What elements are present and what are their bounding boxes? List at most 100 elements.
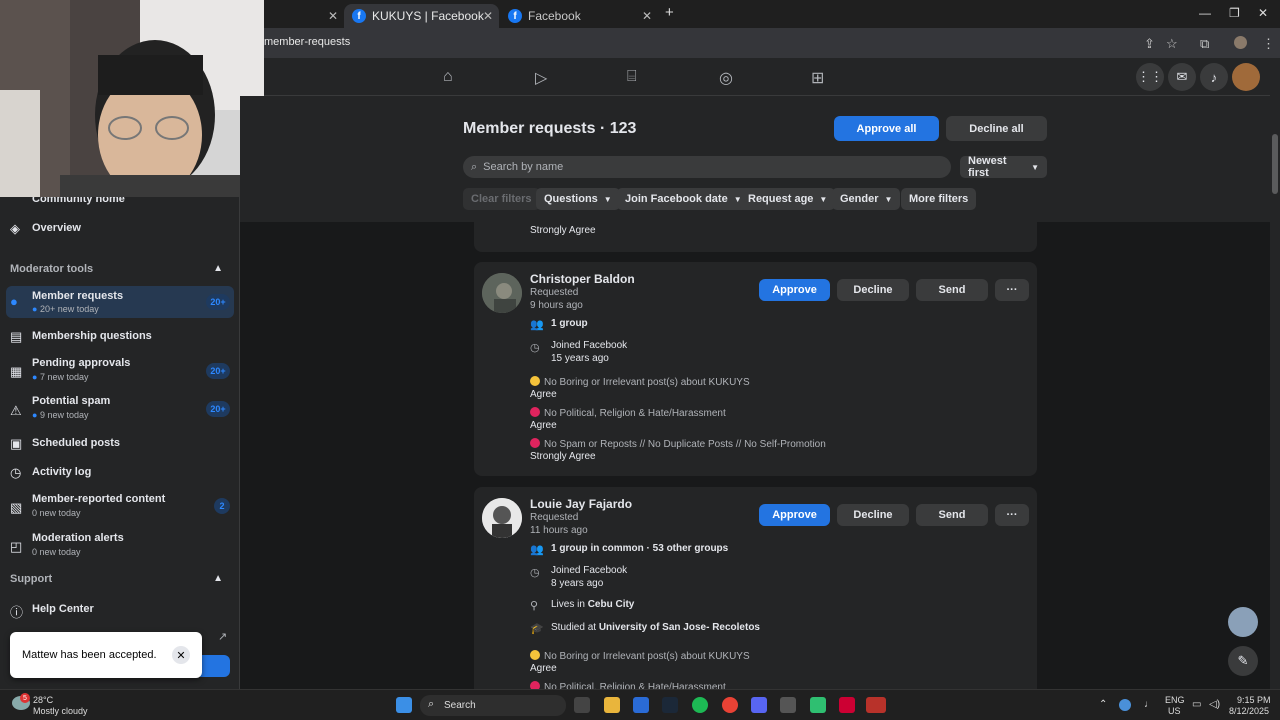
chevron-up-icon[interactable]: ⌃ xyxy=(1099,699,1107,710)
app-icon[interactable] xyxy=(866,697,886,713)
notifications-bell-icon[interactable]: ♪ xyxy=(1200,63,1228,91)
bookmark-star-icon[interactable]: ☆ xyxy=(1166,36,1178,52)
sidebar-item-membership-questions[interactable]: ▤ Membership questions xyxy=(0,326,240,346)
sidebar-item-pending-approvals[interactable]: ▦ Pending approvals ● 7 new today 20+ xyxy=(0,354,240,386)
home-icon[interactable]: ⌂ xyxy=(443,68,453,86)
page-scrollbar[interactable] xyxy=(1270,58,1280,690)
requester-name[interactable]: Louie Jay Fajardo xyxy=(530,497,632,511)
menu-dots-icon[interactable]: ⋮ xyxy=(1262,36,1275,52)
send-button[interactable]: Send xyxy=(916,279,988,301)
install-icon[interactable]: ⇪ xyxy=(1144,36,1155,52)
sidebar-item-scheduled-posts[interactable]: ▣ Scheduled posts xyxy=(0,434,240,454)
filter-more[interactable]: More filters xyxy=(901,188,977,210)
app-icon[interactable] xyxy=(810,697,826,713)
filter-questions[interactable]: Questions ▼ xyxy=(536,188,620,210)
avatar[interactable] xyxy=(482,498,522,538)
minimize-icon[interactable]: — xyxy=(1199,6,1211,20)
discord-icon[interactable] xyxy=(751,697,767,713)
sidebar-item-potential-spam[interactable]: ⚠ Potential spam ● 9 new today 20+ xyxy=(0,393,240,425)
browser-tab[interactable]: f Facebook ✕ xyxy=(500,4,658,28)
close-icon[interactable]: ✕ xyxy=(172,646,190,664)
app-icon[interactable] xyxy=(839,697,855,713)
decline-button[interactable]: Decline xyxy=(837,279,909,301)
sidebar-item-activity-log[interactable]: ◷ Activity log xyxy=(0,463,240,483)
messenger-icon[interactable]: ✉ xyxy=(1168,63,1196,91)
weather-temp[interactable]: 28°C xyxy=(33,695,53,705)
weather-desc[interactable]: Mostly cloudy xyxy=(33,706,88,716)
groups-icon[interactable]: ◎ xyxy=(719,68,733,88)
filter-request-age[interactable]: Request age ▼ xyxy=(740,188,836,210)
chrome-icon[interactable] xyxy=(722,697,738,713)
decline-all-button[interactable]: Decline all xyxy=(946,116,1047,141)
browser-tab-active[interactable]: f KUKUYS | Facebook ✕ xyxy=(344,4,499,28)
menu-grid-icon[interactable]: ⋮⋮ xyxy=(1136,63,1164,91)
onedrive-icon[interactable] xyxy=(1119,699,1131,711)
new-message-icon[interactable]: ✎ xyxy=(1228,646,1258,676)
count-badge: 20+ xyxy=(206,294,230,310)
maximize-icon[interactable]: ❐ xyxy=(1229,6,1240,20)
spotify-icon[interactable] xyxy=(692,697,708,713)
windows-start-icon[interactable] xyxy=(396,697,412,713)
browser-tab[interactable]: ✕ xyxy=(264,4,344,28)
steam-icon[interactable] xyxy=(662,697,678,713)
volume-icon[interactable]: ◁) xyxy=(1209,699,1220,710)
warning-icon: ⚠ xyxy=(10,403,22,418)
account-avatar[interactable] xyxy=(1232,63,1260,91)
new-tab-icon[interactable]: + xyxy=(665,4,674,21)
close-icon[interactable]: ✕ xyxy=(642,9,652,23)
language-region[interactable]: US xyxy=(1168,706,1181,716)
sort-dropdown[interactable]: Newest first ▼ xyxy=(960,155,1047,179)
sidebar-item-help-center[interactable]: ⓘ Help Center xyxy=(0,600,240,620)
sidebar-item-moderation-alerts[interactable]: ◰ Moderation alerts 0 new today xyxy=(0,530,240,562)
gaming-icon[interactable]: ⊞ xyxy=(811,68,824,88)
video-icon[interactable]: ▷ xyxy=(535,68,547,88)
approve-button[interactable]: Approve xyxy=(759,279,830,301)
chevron-up-icon[interactable]: ▲ xyxy=(213,573,223,584)
language-indicator[interactable]: ENG xyxy=(1165,695,1185,705)
sidebar-item-overview[interactable]: ◈ Overview xyxy=(0,216,240,240)
extensions-icon[interactable]: ⧉ xyxy=(1200,36,1209,52)
clear-filters-button[interactable]: Clear filters xyxy=(463,188,540,210)
sidebar-action-button[interactable] xyxy=(200,655,230,677)
clock-time[interactable]: 9:15 PM xyxy=(1237,695,1271,705)
microphone-icon[interactable]: ♩ xyxy=(1144,699,1154,710)
external-link-icon[interactable]: ↗ xyxy=(218,630,227,643)
scrollbar-thumb[interactable] xyxy=(1272,134,1278,194)
groups-icon: 👥 xyxy=(530,544,544,556)
more-options-button[interactable]: ··· xyxy=(995,279,1029,301)
search-input[interactable] xyxy=(483,161,924,173)
avatar[interactable] xyxy=(482,273,522,313)
studied-at-value[interactable]: University of San Jose- Recoletos xyxy=(599,622,760,633)
sidebar-item-member-requests[interactable]: ● Member requests ● 20+ new today 20+ xyxy=(6,286,234,318)
close-icon[interactable]: ✕ xyxy=(483,9,493,23)
task-view-icon[interactable] xyxy=(574,697,590,713)
store-icon[interactable] xyxy=(633,697,649,713)
taskbar-search[interactable]: ⌕ Search xyxy=(420,695,566,716)
sidebar-item-member-reported-content[interactable]: ▧ Member-reported content 0 new today 2 xyxy=(0,491,240,523)
clock-date[interactable]: 8/12/2025 xyxy=(1229,706,1269,716)
close-window-icon[interactable]: ✕ xyxy=(1258,6,1268,20)
file-explorer-icon[interactable] xyxy=(604,697,620,713)
requester-name[interactable]: Christoper Baldon xyxy=(530,272,635,286)
approve-button[interactable]: Approve xyxy=(759,504,830,526)
profile-avatar[interactable] xyxy=(1234,36,1247,49)
groups-info[interactable]: 1 group xyxy=(551,318,588,329)
filter-gender[interactable]: Gender ▼ xyxy=(832,188,901,210)
question-text: No Spam or Reposts // No Duplicate Posts… xyxy=(544,439,826,450)
send-button[interactable]: Send xyxy=(916,504,988,526)
approve-all-button[interactable]: Approve all xyxy=(834,116,939,141)
groups-info[interactable]: 1 group in common · 53 other groups xyxy=(551,543,728,554)
app-icon[interactable] xyxy=(780,697,796,713)
lives-in-value[interactable]: Cebu City xyxy=(588,599,635,610)
close-icon[interactable]: ✕ xyxy=(328,9,338,23)
marketplace-icon[interactable]: ⌸ xyxy=(627,68,637,86)
chevron-up-icon[interactable]: ▲ xyxy=(213,263,223,274)
more-options-button[interactable]: ··· xyxy=(995,504,1029,526)
decline-button[interactable]: Decline xyxy=(837,504,909,526)
search-box[interactable]: ⌕ xyxy=(463,156,951,178)
contact-avatar-bubble[interactable] xyxy=(1228,607,1258,637)
url-text[interactable]: member-requests xyxy=(264,36,350,48)
filter-join-facebook-date[interactable]: Join Facebook date ▼ xyxy=(617,188,750,210)
network-icon[interactable]: ▭ xyxy=(1192,699,1201,710)
avatar-image xyxy=(482,498,522,538)
